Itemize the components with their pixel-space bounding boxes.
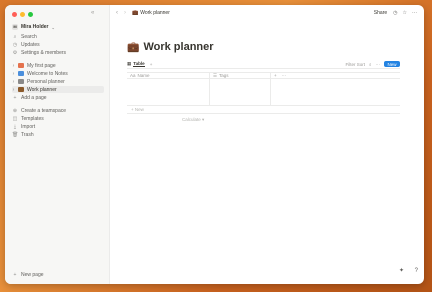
sidebar-item-label: Updates [21, 41, 40, 48]
ai-assistant-icon[interactable]: ✦ [399, 267, 404, 274]
add-view-icon[interactable]: + [150, 62, 153, 67]
plus-icon: + [13, 271, 17, 278]
sidebar-item-trash[interactable]: 🗑 Trash [12, 131, 104, 138]
table-header: Aa Name ☰ Tags + ··· [127, 72, 400, 79]
sidebar-item-personal-planner[interactable]: › Personal planner [12, 78, 104, 85]
calculate-button[interactable]: Calculate ▾ [182, 117, 204, 123]
page-header: 💼 Work planner [127, 41, 214, 53]
sidebar-item-label: Templates [21, 115, 44, 122]
sidebar-item-label: Create a teamspace [21, 107, 67, 114]
forward-arrow-icon[interactable]: › [124, 10, 126, 16]
sidebar-item-work-planner[interactable]: › Work planner [12, 86, 104, 93]
teamspace-icon: ⊕ [12, 107, 18, 114]
trash-icon: 🗑 [12, 131, 19, 138]
sidebar: « M Mira Holder ⌄ ⌕ Search ◷ Updates ⚙ S… [5, 5, 110, 284]
breadcrumb[interactable]: Work planner [140, 10, 170, 16]
sidebar-item-label: Trash [21, 131, 34, 138]
new-row-button[interactable]: + New [127, 106, 400, 114]
page-icon [18, 79, 24, 84]
collapse-sidebar-icon[interactable]: « [91, 10, 94, 16]
column-label: Name [137, 73, 150, 78]
window-controls [12, 12, 33, 17]
page-emoji[interactable]: 💼 [127, 42, 139, 53]
sidebar-item-templates[interactable]: ◫ Templates [12, 115, 104, 122]
more-options-icon[interactable]: ··· [412, 10, 417, 16]
gear-icon: ⚙ [12, 49, 18, 56]
table-view-icon: ▦ [127, 61, 132, 66]
minimize-window-button[interactable] [20, 12, 25, 17]
new-page-label: New page [21, 271, 44, 278]
name-cell[interactable] [127, 79, 210, 105]
chevron-down-icon: ⌄ [51, 24, 55, 30]
empty-cell [271, 79, 291, 105]
maximize-window-button[interactable] [28, 12, 33, 17]
page-title[interactable]: Work planner [143, 41, 213, 53]
sidebar-item-create-teamspace[interactable]: ⊕ Create a teamspace [12, 107, 104, 114]
search-icon[interactable]: ⌕ [369, 62, 372, 67]
clock-icon: ◷ [12, 41, 18, 48]
share-button[interactable]: Share [374, 10, 387, 16]
app-window: « M Mira Holder ⌄ ⌕ Search ◷ Updates ⚙ S… [5, 5, 424, 284]
multi-select-icon: ☰ [213, 72, 218, 78]
add-page-button[interactable]: + Add a page [12, 94, 104, 101]
workspace-name: Mira Holder [21, 24, 49, 30]
top-bar: ‹ › 💼 Work planner Share ◷ ☆ ··· [110, 5, 424, 21]
database-table: Aa Name ☰ Tags + ··· + New Calculate ▾ [127, 72, 400, 122]
sidebar-item-search[interactable]: ⌕ Search [12, 33, 104, 40]
back-arrow-icon[interactable]: ‹ [116, 10, 118, 16]
sidebar-item-my-first-page[interactable]: › My first page [12, 62, 104, 69]
sidebar-item-label: Search [21, 33, 37, 40]
sidebar-item-welcome[interactable]: › Welcome to Notes [12, 70, 104, 77]
tags-cell[interactable] [210, 79, 271, 105]
history-icon[interactable]: ◷ [393, 10, 397, 16]
filter-sort-controls[interactable]: Filter Sort [345, 62, 365, 67]
sidebar-item-label: Import [21, 123, 36, 130]
more-options-icon[interactable]: ··· [376, 62, 381, 67]
more-options-icon: ··· [281, 73, 287, 78]
sidebar-item-label: My first page [27, 62, 56, 69]
sidebar-item-settings[interactable]: ⚙ Settings & members [12, 49, 104, 56]
page-content: 💼 Work planner ▦ Table + Filter Sort ⌕ ·… [110, 21, 424, 284]
plus-icon: + [13, 94, 17, 101]
chevron-right-icon[interactable]: › [12, 87, 15, 93]
sidebar-item-label: Work planner [27, 86, 57, 93]
view-toolbar: ▦ Table + Filter Sort ⌕ ··· New [127, 60, 400, 69]
sidebar-item-label: Welcome to Notes [27, 70, 68, 77]
new-page-button[interactable]: + New page [12, 271, 104, 278]
workspace-avatar: M [12, 24, 18, 30]
breadcrumb-page-icon: 💼 [132, 10, 139, 16]
chevron-right-icon[interactable]: › [12, 71, 15, 77]
page-icon [18, 71, 24, 76]
workspace-switcher[interactable]: M Mira Holder ⌄ [12, 24, 55, 30]
search-icon: ⌕ [13, 33, 17, 40]
add-column-button[interactable]: + ··· [271, 73, 291, 78]
tab-table-view[interactable]: Table [133, 61, 145, 67]
chevron-right-icon[interactable]: › [12, 63, 15, 69]
help-icon[interactable]: ? [415, 268, 418, 274]
favorite-star-icon[interactable]: ☆ [403, 10, 407, 16]
sidebar-item-updates[interactable]: ◷ Updates [12, 41, 104, 48]
close-window-button[interactable] [12, 12, 17, 17]
column-header-name[interactable]: Aa Name [127, 73, 210, 78]
page-icon [18, 63, 24, 68]
import-icon: ⤓ [13, 123, 17, 130]
sidebar-item-import[interactable]: ⤓ Import [12, 123, 104, 130]
sidebar-item-label: Add a page [21, 94, 47, 101]
sidebar-item-label: Personal planner [27, 78, 65, 85]
templates-icon: ◫ [12, 115, 18, 122]
new-entry-button[interactable]: New [384, 61, 400, 67]
chevron-right-icon[interactable]: › [12, 79, 15, 85]
column-label: Tags [219, 73, 229, 78]
plus-icon: + [274, 73, 277, 78]
column-header-tags[interactable]: ☰ Tags [210, 73, 271, 78]
sidebar-item-label: Settings & members [21, 49, 67, 56]
table-row[interactable] [127, 79, 400, 106]
text-property-icon: Aa [130, 73, 136, 78]
briefcase-icon [18, 87, 24, 92]
